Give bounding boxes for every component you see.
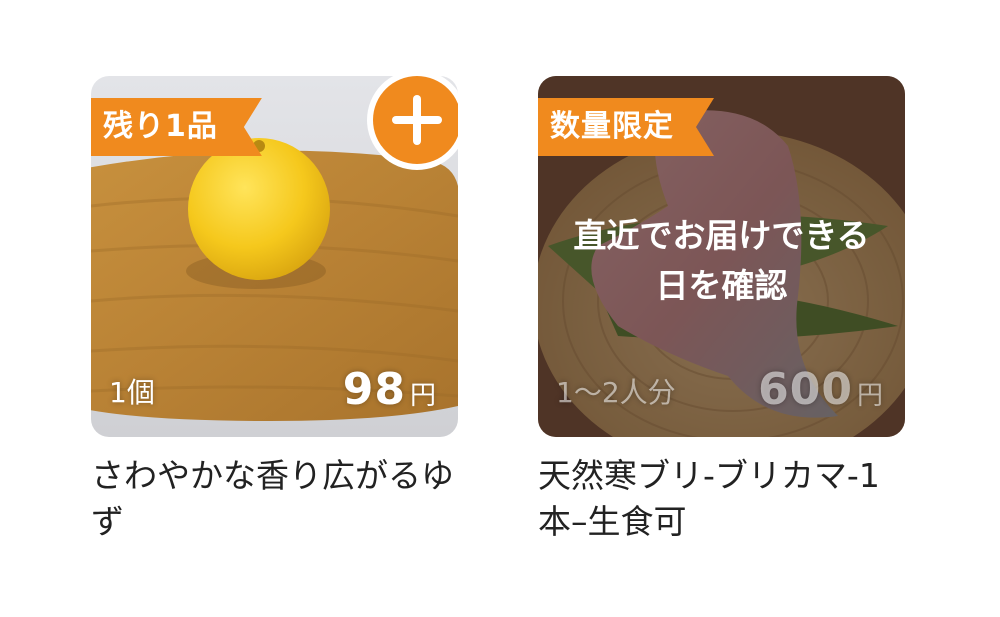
product-thumbnail[interactable]: 数量限定 直近でお届けできる日を確認 1〜2人分 600 円: [538, 76, 905, 437]
product-card-yuzu[interactable]: 残り1品 1個 98 円 さわやかな香り広がるゆず: [91, 76, 458, 545]
limited-quantity-badge: 数量限定: [538, 98, 714, 156]
remaining-stock-badge: 残り1品: [91, 98, 262, 156]
price-label: 600 円: [758, 364, 883, 415]
price-label: 98 円: [343, 364, 436, 415]
price-value: 600: [758, 364, 853, 415]
price-value: 98: [342, 364, 406, 415]
plus-icon: [373, 76, 458, 164]
servings-label: 1〜2人分: [556, 376, 676, 409]
product-grid: 残り1品 1個 98 円 さわやかな香り広がるゆず 数量限定 直近でお届けできる…: [0, 0, 1000, 617]
product-thumbnail[interactable]: 残り1品 1個 98 円: [91, 76, 458, 437]
price-unit: 円: [409, 381, 436, 411]
product-title[interactable]: さわやかな香り広がるゆず: [91, 453, 458, 545]
quantity-label: 1個: [109, 376, 155, 409]
product-card-buri-kama[interactable]: 数量限定 直近でお届けできる日を確認 1〜2人分 600 円 天然寒ブリ-ブリカマ…: [538, 76, 905, 545]
product-title[interactable]: 天然寒ブリ-ブリカマ-1本–生食可: [538, 453, 905, 545]
price-unit: 円: [856, 381, 883, 411]
check-delivery-date-message[interactable]: 直近でお届けできる日を確認: [558, 211, 885, 311]
